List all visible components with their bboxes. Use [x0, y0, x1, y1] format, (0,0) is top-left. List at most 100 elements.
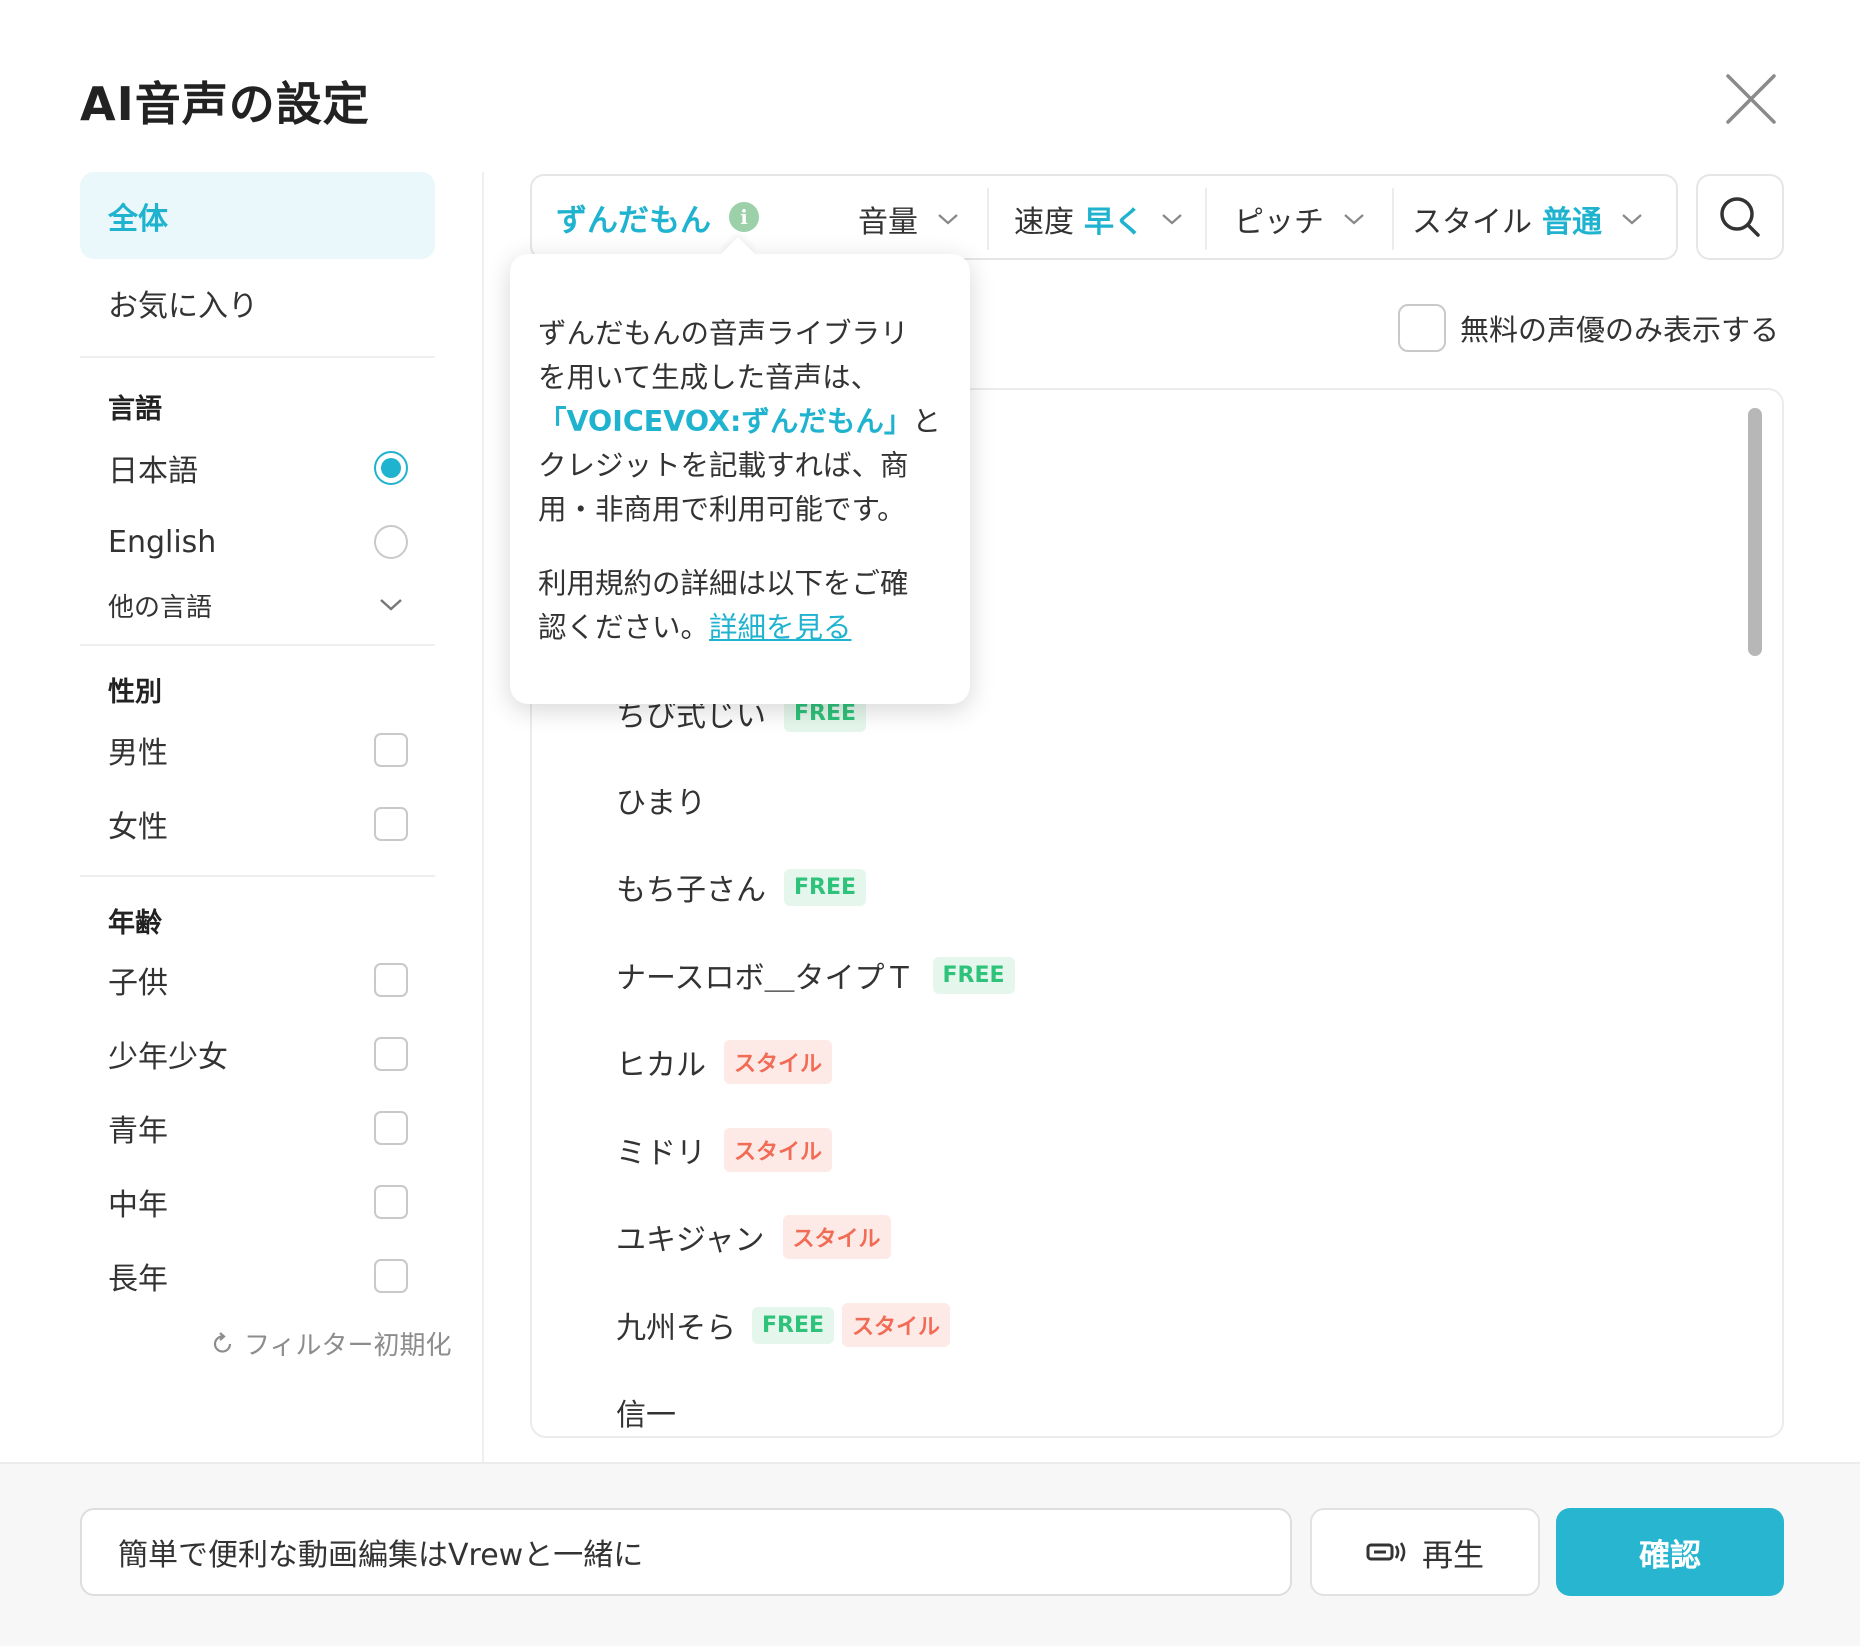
option-label: 長年 — [108, 1262, 168, 1297]
checkbox[interactable] — [374, 1111, 408, 1145]
preview-text-input[interactable] — [80, 1508, 1292, 1596]
voice-name: 九州そら — [616, 1311, 736, 1346]
confirm-button[interactable]: 確認 — [1556, 1508, 1784, 1596]
tooltip-text: 認ください。 — [538, 611, 710, 644]
checkbox[interactable] — [374, 963, 408, 997]
reset-label: フィルター初期化 — [244, 1331, 452, 1361]
search-icon — [1720, 197, 1760, 237]
voice-name: ヒカル — [616, 1048, 706, 1083]
play-label: 再生 — [1422, 1537, 1484, 1574]
option-label: 他の言語 — [108, 592, 213, 623]
selected-voice[interactable]: ずんだもん i — [556, 195, 759, 240]
option-label: 中年 — [108, 1188, 168, 1223]
chevron-down-icon — [1622, 214, 1642, 225]
list-item[interactable]: ヒカル スタイル — [616, 1032, 833, 1092]
pitch-label: ピッチ — [1234, 205, 1324, 240]
list-item[interactable]: 信一 — [616, 1382, 676, 1436]
tooltip-text: クレジットを記載すれば、商 — [538, 449, 909, 482]
tooltip-text: ずんだもんの音声ライブラリ — [538, 317, 909, 350]
free-only-filter[interactable]: 無料の声優のみ表示する — [1398, 304, 1779, 352]
close-button[interactable] — [1722, 70, 1780, 128]
gender-option-female[interactable]: 女性 — [108, 799, 408, 849]
free-badge: FREE — [932, 956, 1015, 994]
terms-link[interactable]: 詳細を見る — [709, 611, 852, 644]
list-item[interactable]: もち子さん FREE — [616, 857, 867, 917]
gender-section-title: 性別 — [108, 677, 162, 708]
chevron-down-icon — [1162, 214, 1182, 225]
reset-filters-button[interactable]: フィルター初期化 — [210, 1325, 451, 1362]
checkbox[interactable] — [374, 1259, 408, 1293]
divider — [80, 644, 435, 646]
list-item[interactable]: ナースロボ＿タイプＴ FREE — [616, 945, 1015, 1005]
voice-name: ナースロボ＿タイプＴ — [616, 961, 915, 996]
option-label: 子供 — [108, 966, 168, 1001]
voice-name: 信一 — [616, 1398, 676, 1433]
play-button[interactable]: 再生 — [1310, 1508, 1540, 1596]
list-item[interactable]: ユキジャン スタイル — [616, 1207, 891, 1267]
dialog-title: AI音声の設定 — [80, 77, 370, 131]
language-option-english[interactable]: English — [108, 517, 408, 567]
search-button[interactable] — [1696, 174, 1784, 260]
checkbox[interactable] — [374, 1185, 408, 1219]
style-badge: スタイル — [782, 1215, 891, 1259]
age-option-senior[interactable]: 長年 — [108, 1251, 408, 1301]
age-option-young-adult[interactable]: 青年 — [108, 1103, 408, 1153]
chevron-down-icon — [938, 214, 958, 225]
info-icon[interactable]: i — [729, 202, 759, 232]
chevron-down-icon — [1344, 214, 1364, 225]
style-badge: スタイル — [842, 1303, 951, 1347]
style-badge: スタイル — [724, 1040, 833, 1084]
age-option-youth[interactable]: 少年少女 — [108, 1029, 408, 1079]
free-only-label: 無料の声優のみ表示する — [1460, 313, 1780, 347]
free-badge: FREE — [752, 1306, 835, 1344]
speed-label: 速度 — [1014, 205, 1074, 240]
pitch-dropdown[interactable]: ピッチ — [1234, 186, 1366, 252]
chevron-down-icon — [380, 599, 402, 611]
checkbox[interactable] — [374, 807, 408, 841]
tooltip-text: と — [912, 405, 941, 438]
style-dropdown[interactable]: スタイル 普通 — [1412, 186, 1644, 252]
tooltip-credit: 「VOICEVOX:ずんだもん」 — [538, 405, 913, 438]
checkbox[interactable] — [374, 733, 408, 767]
option-label: 青年 — [108, 1114, 168, 1149]
option-label: 女性 — [108, 810, 168, 845]
list-item[interactable]: 九州そら FREE スタイル — [616, 1295, 951, 1355]
list-scrollbar[interactable] — [1748, 408, 1762, 656]
voice-settings-toolbar: ずんだもん i 音量 速度 早く ピッチ スタイル 普通 — [530, 174, 1678, 260]
close-icon — [1726, 74, 1776, 124]
option-label: English — [108, 524, 217, 560]
speaker-play-icon — [1366, 1542, 1406, 1562]
vertical-divider — [482, 172, 484, 1462]
volume-label: 音量 — [858, 205, 918, 240]
style-badge: スタイル — [724, 1128, 833, 1172]
style-value: 普通 — [1542, 205, 1602, 240]
language-option-japanese[interactable]: 日本語 — [108, 443, 408, 493]
option-label: 少年少女 — [108, 1040, 228, 1075]
filter-groups: 言語 日本語 English 他の言語 性別 男性 女性 年齢 子供 少年少女 … — [80, 172, 451, 1462]
option-label: 男性 — [108, 736, 168, 771]
tooltip-body: ずんだもんの音声ライブラリ を用いて生成した音声は、 「VOICEVOX:ずんだ… — [538, 312, 944, 532]
toolbar-separator — [1205, 188, 1207, 250]
radio-button[interactable] — [374, 525, 408, 559]
tooltip-terms: 利用規約の詳細は以下をご確 認ください。詳細を見る — [538, 562, 944, 650]
list-item[interactable]: ミドリ スタイル — [616, 1120, 833, 1180]
radio-button-selected[interactable] — [374, 451, 408, 485]
volume-dropdown[interactable]: 音量 — [858, 186, 960, 252]
option-label: 日本語 — [108, 454, 198, 489]
dialog-footer: 再生 確認 — [0, 1462, 1860, 1646]
gender-option-male[interactable]: 男性 — [108, 725, 408, 775]
age-option-child[interactable]: 子供 — [108, 955, 408, 1005]
speed-dropdown[interactable]: 速度 早く — [1014, 186, 1184, 252]
voice-name: もち子さん — [616, 873, 766, 908]
tooltip-text: 利用規約の詳細は以下をご確 — [538, 567, 909, 600]
list-item[interactable]: ひまり — [616, 770, 706, 830]
free-badge: FREE — [784, 868, 867, 906]
checkbox[interactable] — [1398, 304, 1446, 352]
speed-value: 早く — [1084, 205, 1144, 240]
checkbox[interactable] — [374, 1037, 408, 1071]
voice-name: ミドリ — [616, 1136, 706, 1171]
tooltip-text: を用いて生成した音声は、 — [538, 361, 880, 394]
age-option-middle-aged[interactable]: 中年 — [108, 1177, 408, 1227]
other-languages-dropdown[interactable]: 他の言語 — [108, 580, 408, 630]
divider — [80, 875, 435, 877]
